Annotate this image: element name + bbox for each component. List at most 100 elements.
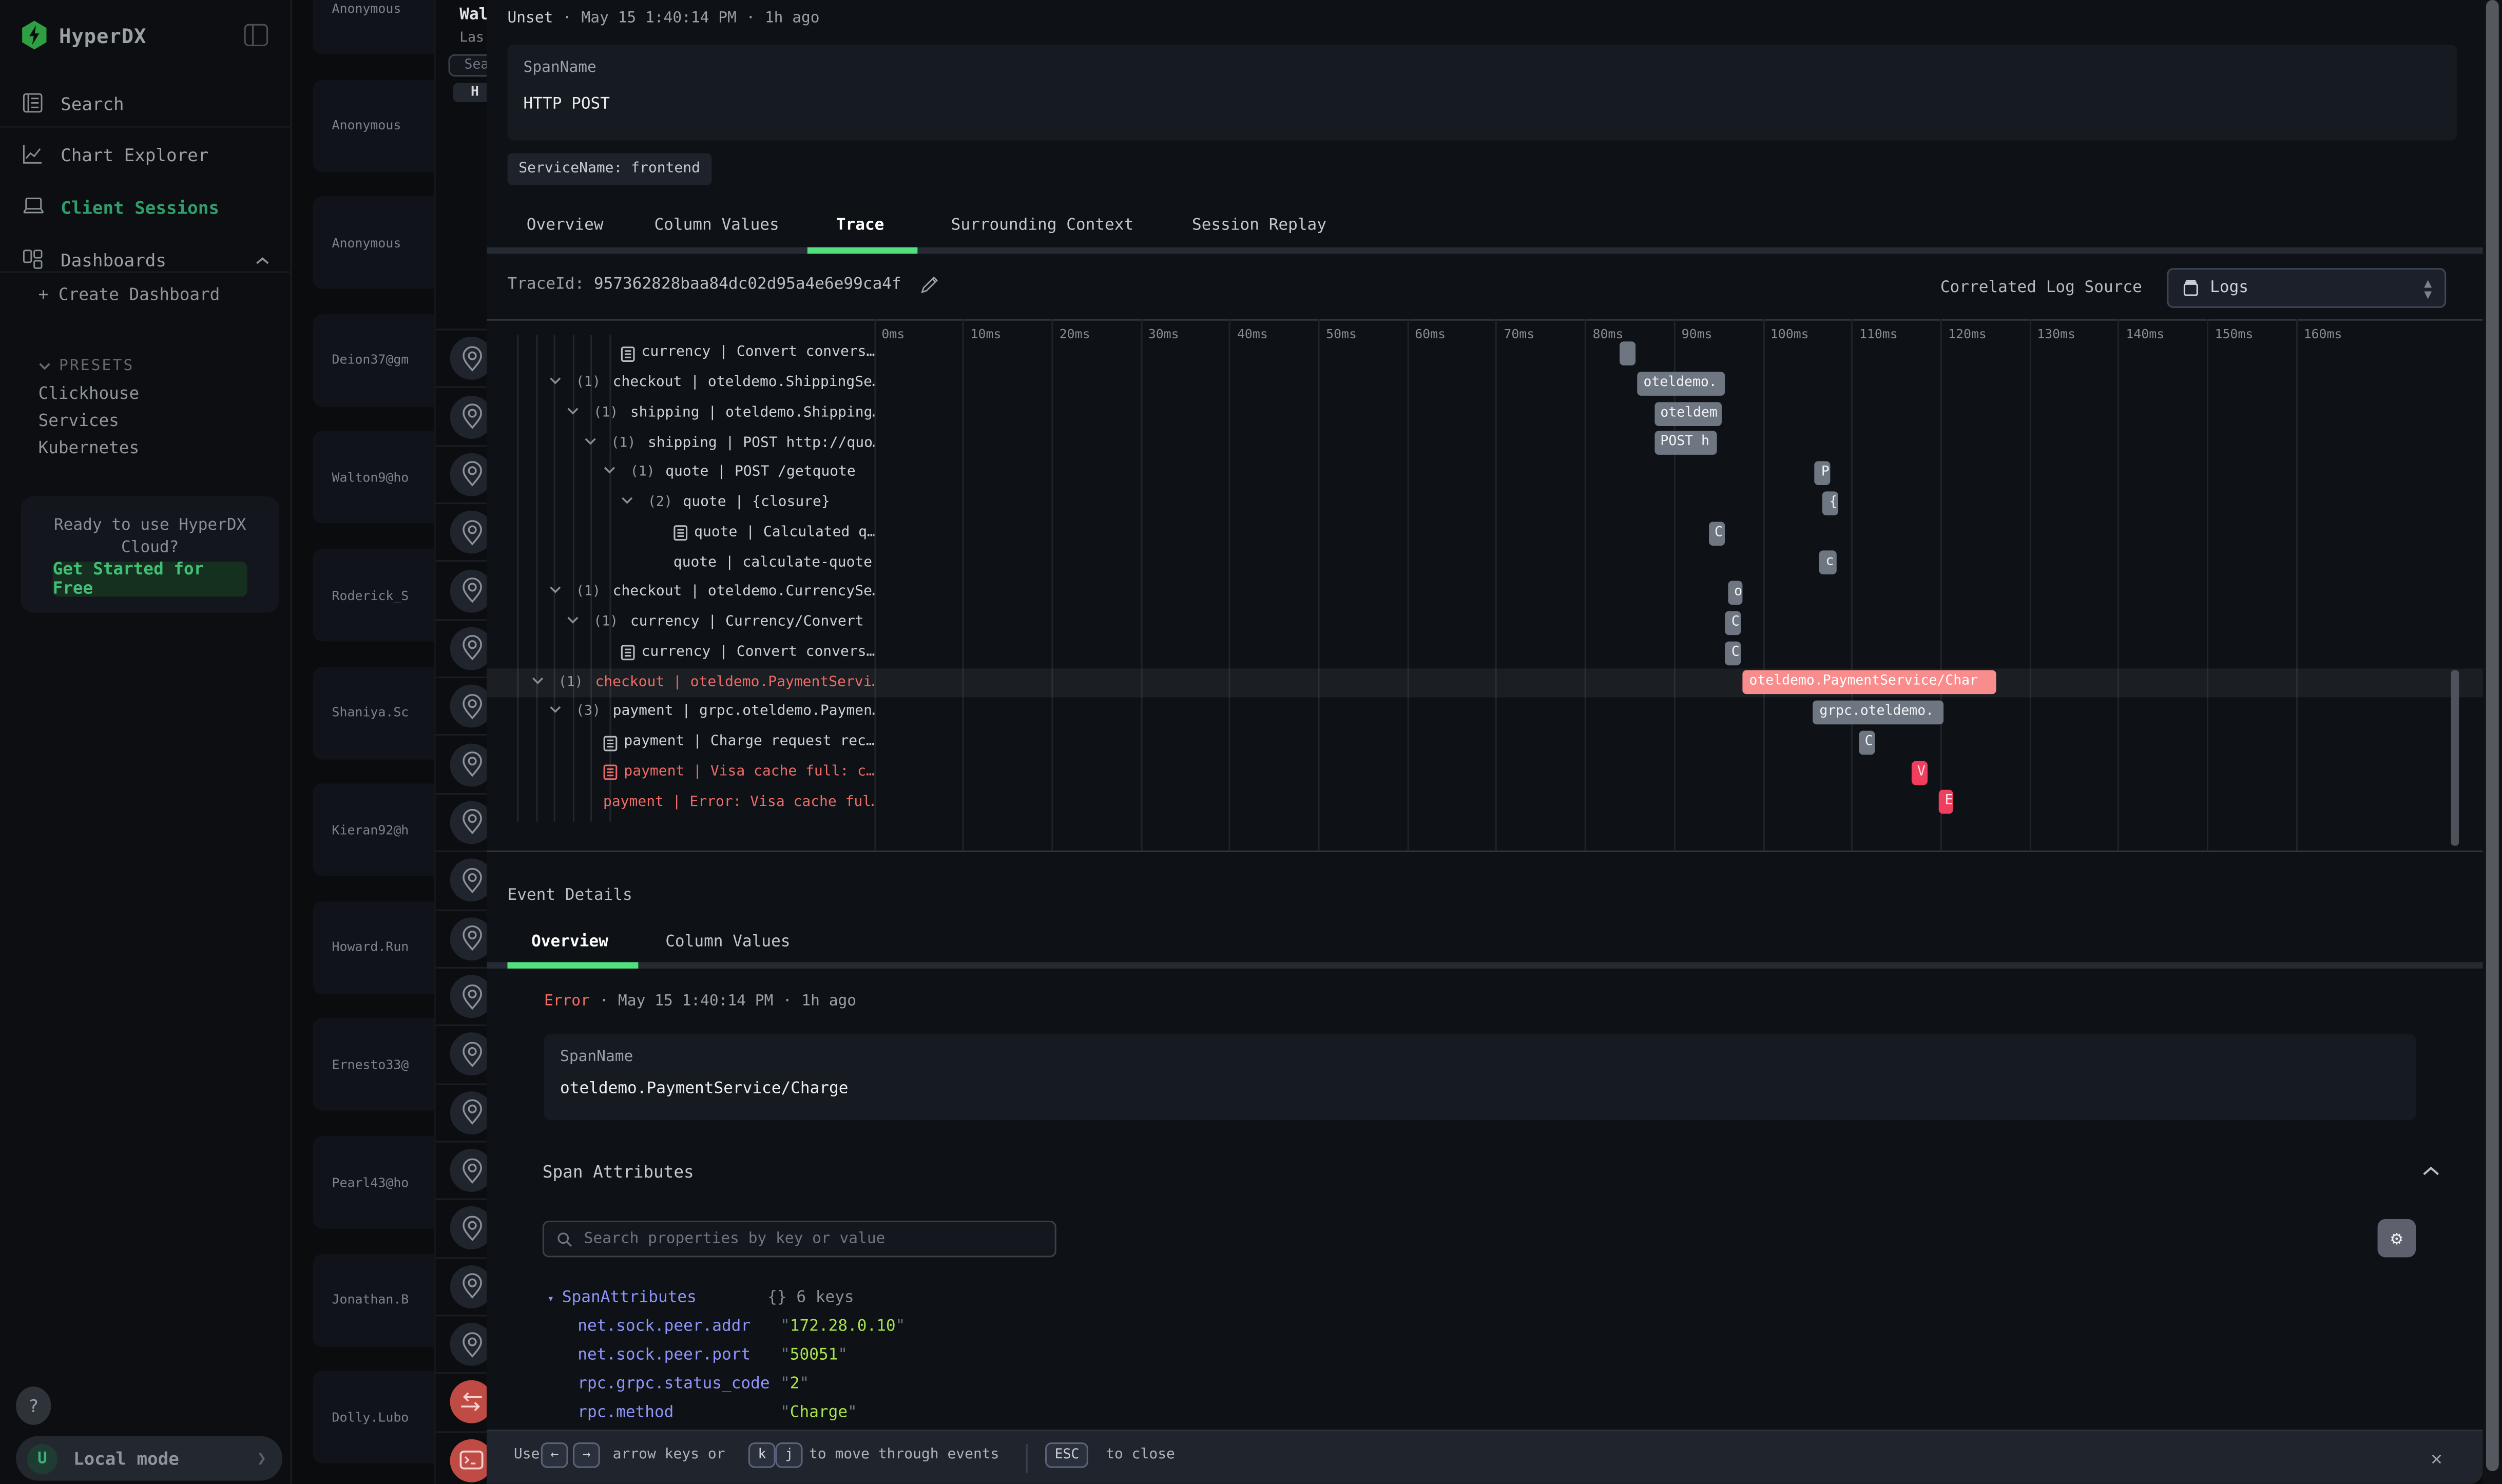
- trace-row[interactable]: (1)checkout | oteldemo.ShippingSe…otelde…: [487, 369, 2483, 398]
- event-pin-cell[interactable]: [436, 735, 487, 793]
- span-duration-bar[interactable]: P: [1815, 461, 1831, 486]
- k-key[interactable]: k: [748, 1441, 776, 1467]
- logo[interactable]: HyperDX: [21, 21, 146, 49]
- chevron-down-icon[interactable]: [566, 616, 579, 624]
- session-card[interactable]: Ernesto33@: [313, 1018, 434, 1111]
- span-duration-bar[interactable]: C: [1725, 611, 1740, 635]
- tab-column-values[interactable]: Column Values: [654, 204, 779, 247]
- attribute-key[interactable]: net.sock.peer.addr: [578, 1318, 750, 1336]
- chevron-down-icon[interactable]: [621, 496, 633, 505]
- trace-row[interactable]: (1)shipping | POST http://quo…POST h: [487, 429, 2483, 458]
- span-duration-bar[interactable]: E: [1938, 791, 1953, 815]
- session-card[interactable]: Deion37@gm: [313, 314, 434, 407]
- event-details-tab-column-values[interactable]: Column Values: [665, 922, 790, 962]
- attribute-value[interactable]: "Charge": [780, 1404, 857, 1421]
- preset-item-services[interactable]: Services: [39, 412, 119, 431]
- event-pin-cell[interactable]: [436, 1199, 487, 1257]
- session-card[interactable]: Pearl43@ho: [313, 1136, 434, 1228]
- get-started-button[interactable]: Get Started for Free: [53, 562, 247, 596]
- trace-row[interactable]: (2)quote | {closure}{: [487, 488, 2483, 518]
- arrow-left-key[interactable]: ←: [541, 1441, 568, 1467]
- help-button[interactable]: ?: [16, 1386, 51, 1425]
- tab-overview[interactable]: Overview: [527, 204, 604, 247]
- event-pin-cell[interactable]: [436, 1141, 487, 1199]
- sidebar-item-chart-explorer[interactable]: Chart Explorer: [0, 134, 292, 176]
- tab-trace[interactable]: Trace: [836, 204, 884, 247]
- trace-row[interactable]: (1)currency | Currency/ConvertC: [487, 608, 2483, 638]
- attribute-key[interactable]: rpc.method: [578, 1404, 673, 1421]
- attribute-value[interactable]: "172.28.0.10": [780, 1318, 905, 1336]
- trace-row[interactable]: quote | Calculated q…C: [487, 518, 2483, 548]
- attribute-value[interactable]: "50051": [780, 1347, 848, 1364]
- span-duration-bar[interactable]: oteldem: [1654, 401, 1722, 426]
- chevron-down-icon[interactable]: [549, 706, 562, 714]
- trace-row[interactable]: (1)checkout | oteldemo.PaymentServi…otel…: [487, 668, 2483, 698]
- collapse-chevron-icon[interactable]: [2422, 1166, 2440, 1176]
- chevron-down-icon[interactable]: [531, 676, 544, 684]
- trace-row[interactable]: (3)payment | grpc.oteldemo.Paymen…grpc.o…: [487, 698, 2483, 728]
- sidebar-item-dashboards[interactable]: Dashboards: [0, 239, 292, 281]
- attribute-value[interactable]: "2": [780, 1375, 809, 1393]
- span-duration-bar[interactable]: C: [1858, 731, 1874, 755]
- span-duration-bar[interactable]: oteldemo.: [1637, 372, 1724, 396]
- session-search-clipped[interactable]: Sea: [448, 54, 487, 77]
- arrow-right-key[interactable]: →: [573, 1441, 600, 1467]
- span-duration-bar[interactable]: POST h: [1654, 431, 1717, 455]
- window-scrollbar[interactable]: [2483, 0, 2502, 1484]
- event-pin-cell[interactable]: [436, 677, 487, 735]
- attribute-key[interactable]: rpc.grpc.status_code: [578, 1375, 769, 1393]
- attribute-key[interactable]: net.sock.peer.port: [578, 1347, 750, 1364]
- event-pin-cell[interactable]: [436, 1083, 487, 1141]
- session-card[interactable]: Dolly.Lubo: [313, 1371, 434, 1463]
- log-source-select[interactable]: Logs ▲▼: [2167, 268, 2446, 308]
- span-duration-bar[interactable]: C: [1708, 521, 1724, 545]
- attributes-group[interactable]: ▾ SpanAttributes: [547, 1289, 697, 1308]
- trace-row[interactable]: payment | Charge request rec…C: [487, 728, 2483, 758]
- chevron-down-icon[interactable]: [566, 407, 579, 415]
- span-duration-bar[interactable]: {: [1823, 491, 1839, 515]
- event-pin-cell[interactable]: [436, 1315, 487, 1373]
- chevron-down-icon[interactable]: [603, 467, 616, 475]
- scrollbar-thumb[interactable]: [2486, 0, 2499, 1471]
- event-pin-cell[interactable]: [436, 1257, 487, 1315]
- event-pin-cell[interactable]: [436, 909, 487, 967]
- event-pin-cell[interactable]: [436, 619, 487, 677]
- j-key[interactable]: j: [776, 1441, 803, 1467]
- gear-icon[interactable]: ⚙: [2378, 1219, 2416, 1258]
- span-duration-bar[interactable]: oteldemo.PaymentService/Char: [1743, 671, 1996, 695]
- event-pin-cell[interactable]: [436, 1431, 487, 1484]
- span-duration-bar[interactable]: grpc.oteldemo.: [1813, 701, 1943, 725]
- preset-item-kubernetes[interactable]: Kubernetes: [39, 439, 140, 458]
- session-card[interactable]: Anonymous: [313, 79, 434, 171]
- session-card[interactable]: Anonymous: [313, 0, 434, 54]
- trace-row[interactable]: (1)checkout | oteldemo.CurrencySe…o: [487, 578, 2483, 608]
- service-name-badge[interactable]: ServiceName: frontend: [507, 153, 711, 185]
- presets-header[interactable]: PRESETS: [39, 357, 134, 375]
- trace-row[interactable]: payment | Visa cache full: c…V: [487, 758, 2483, 787]
- event-pin-cell[interactable]: [436, 967, 487, 1025]
- preset-item-clickhouse[interactable]: Clickhouse: [39, 384, 140, 403]
- session-card[interactable]: Jonathan.B: [313, 1254, 434, 1346]
- edit-pencil-icon[interactable]: [920, 276, 938, 294]
- session-card[interactable]: Kieran92@h: [313, 784, 434, 876]
- session-card[interactable]: Shaniya.Sc: [313, 666, 434, 759]
- session-card[interactable]: Walton9@ho: [313, 431, 434, 524]
- sidebar-item-client-sessions[interactable]: Client Sessions: [0, 187, 292, 228]
- trace-row[interactable]: currency | Convert convers…C: [487, 638, 2483, 668]
- session-card[interactable]: Anonymous: [313, 197, 434, 289]
- esc-key[interactable]: ESC: [1045, 1441, 1089, 1467]
- trace-row[interactable]: (1)shipping | oteldemo.Shipping…oteldem: [487, 399, 2483, 429]
- close-icon[interactable]: ✕: [2420, 1442, 2452, 1474]
- event-pin-cell[interactable]: [436, 851, 487, 909]
- event-pin-cell[interactable]: [436, 387, 487, 445]
- event-details-tab-overview[interactable]: Overview: [531, 922, 608, 962]
- session-button-clipped[interactable]: H: [453, 83, 487, 102]
- session-card[interactable]: Howard.Run: [313, 901, 434, 994]
- event-pin-cell[interactable]: [436, 561, 487, 619]
- attributes-search-input[interactable]: Search properties by key or value: [543, 1221, 1056, 1257]
- event-pin-cell[interactable]: [436, 793, 487, 851]
- event-pin-cell[interactable]: [436, 1025, 487, 1083]
- event-pin-cell[interactable]: [436, 503, 487, 561]
- tab-session-replay[interactable]: Session Replay: [1192, 204, 1326, 247]
- trace-scrollbar-thumb[interactable]: [2451, 670, 2459, 846]
